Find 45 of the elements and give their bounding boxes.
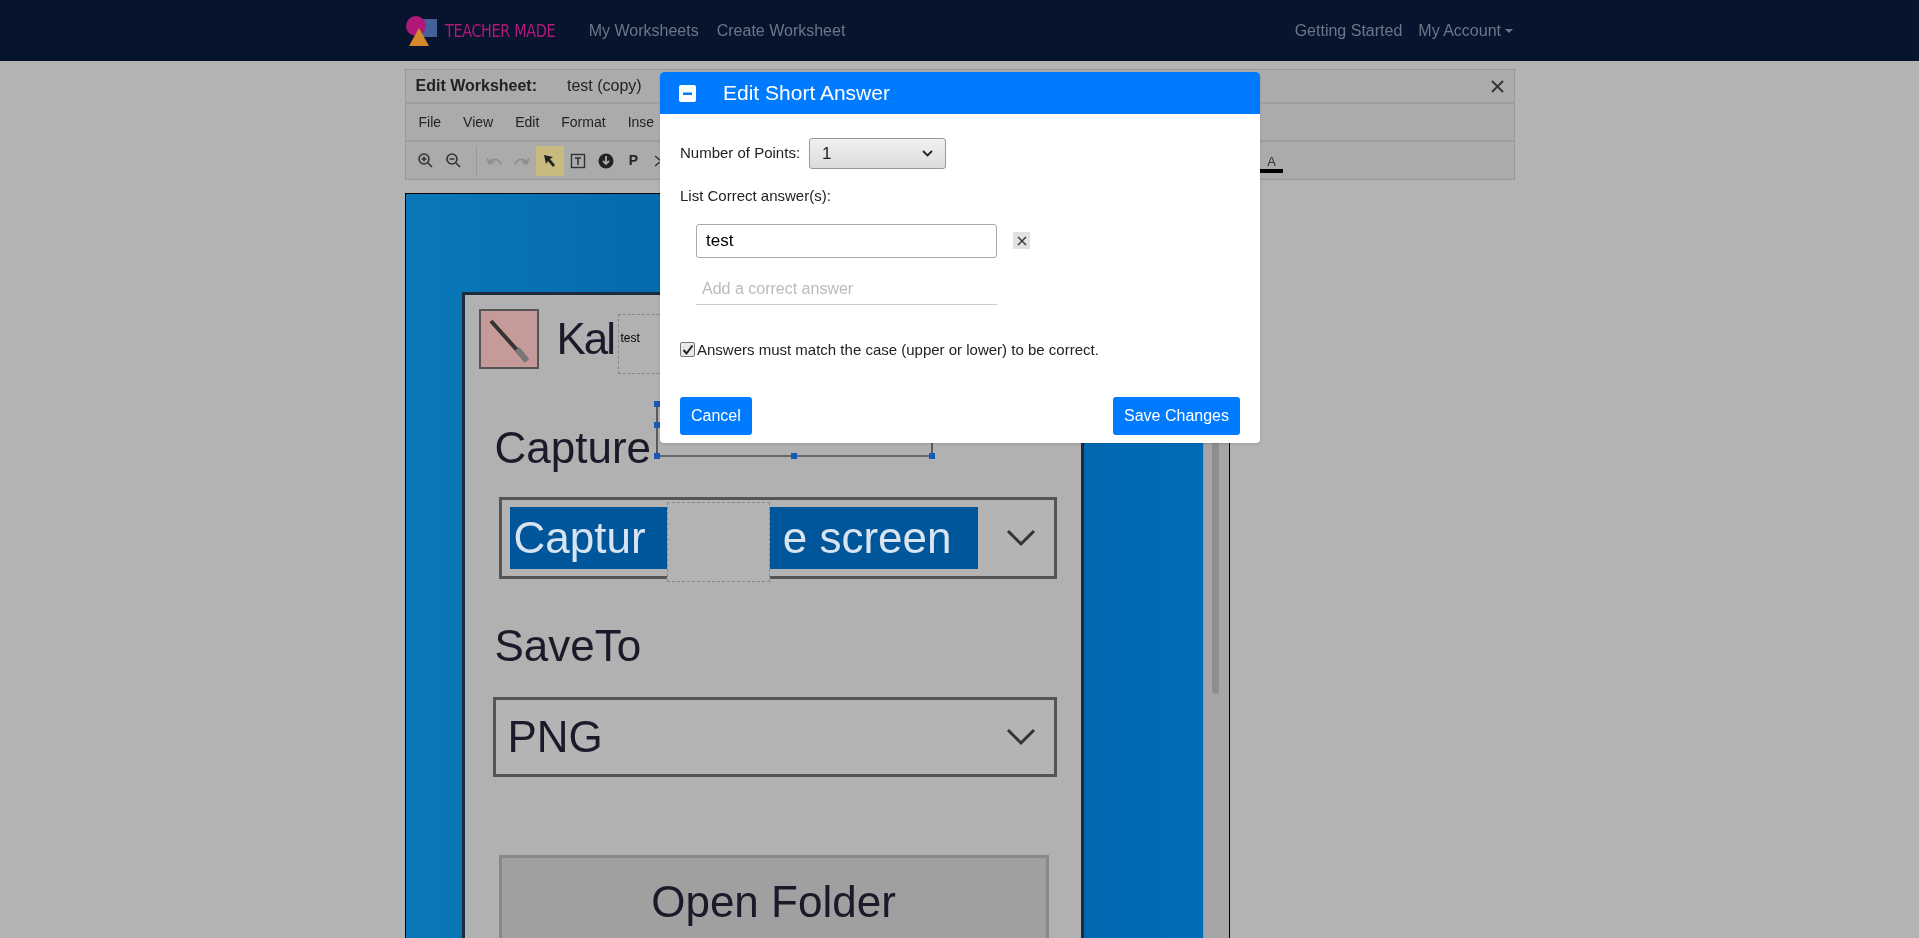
answer-field[interactable]: test [696,223,997,258]
nav-link[interactable]: Getting Started [1294,18,1403,43]
points-select[interactable]: 1 [809,138,947,169]
cancel-button[interactable]: Cancel [680,397,752,435]
font-color-button[interactable]: A [1259,148,1284,173]
logo-icon[interactable] [405,14,439,47]
pointer-icon[interactable] [543,153,556,168]
zoom-in-icon[interactable] [416,151,435,170]
nav-link[interactable]: My Worksheets [588,18,699,43]
editor-title: Edit Worksheet: [415,76,537,96]
chevron-down-icon [1005,529,1036,547]
menu-item[interactable]: Edit [504,107,551,137]
field-label: SaveTo [494,624,642,668]
close-icon [1016,235,1027,246]
close-icon[interactable] [1490,79,1504,93]
zoom-out-icon[interactable] [444,151,463,170]
minimize-icon[interactable] [679,84,696,102]
field-label: List Correct answer(s): [680,186,831,206]
text-box-icon[interactable] [569,152,586,169]
letter-p-tool[interactable]: P [628,150,639,171]
menu-item[interactable]: View [452,107,505,137]
worksheet-name: test (copy) [567,76,642,96]
caret-icon[interactable] [1505,28,1513,33]
knife-icon [478,309,539,369]
app-title: Kal [556,317,615,361]
checkbox[interactable] [680,342,695,358]
toolbar-button[interactable] [535,145,564,176]
menu-item[interactable]: Format [550,107,617,137]
checkbox-label: Answers must match the case (upper or lower) to be correct. [697,339,1099,360]
dialog-title: Edit Short Answer [723,80,890,107]
remove-answer-button[interactable] [1013,232,1030,249]
nav-link[interactable]: My Account [1418,18,1501,43]
field-label: Capture [494,426,652,470]
dropdown-value: PNG [507,715,603,759]
save-button[interactable]: Save Changes [1113,397,1240,435]
selection-box[interactable] [653,401,935,459]
chevron-down-icon [922,150,934,157]
field-label: Number of Points: [680,143,801,164]
dropdown-value: Captur [513,516,646,560]
chevron-down-icon [1005,728,1036,746]
nav-link[interactable]: Create Worksheet [716,18,846,43]
new-answer-field[interactable]: Add a correct answer [696,274,997,305]
dropdown-value: e screen [782,516,952,560]
download-icon[interactable] [597,152,614,169]
menu-item[interactable]: File [407,107,453,137]
